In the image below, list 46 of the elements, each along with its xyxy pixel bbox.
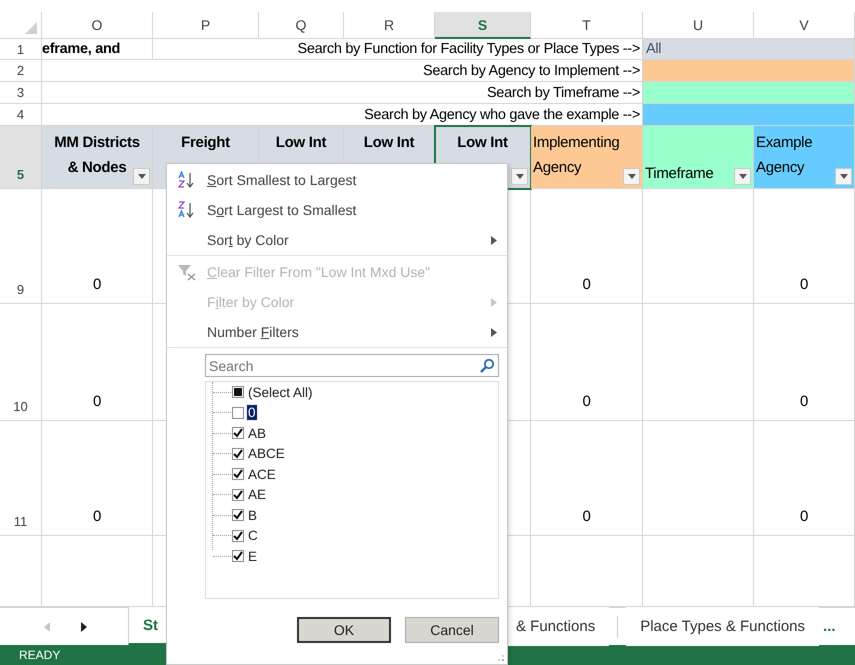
- value-label[interactable]: (Select All): [247, 384, 314, 400]
- search-label: Search by Timeframe -->: [42, 82, 643, 104]
- column-title-cell[interactable]: Example Agency: [754, 126, 855, 189]
- value-label[interactable]: 0: [247, 405, 257, 420]
- menu-item-label: Number Filters: [207, 324, 299, 340]
- column-title: Low Int: [364, 134, 414, 151]
- sheet-tab[interactable]: Place Types & Functions: [626, 607, 820, 646]
- menu-item[interactable]: Number Filters: [167, 317, 507, 348]
- search-label: Search by Agency who gave the example -->: [42, 104, 643, 126]
- column-title: Agency: [756, 159, 804, 176]
- column-title: Low Int: [457, 134, 508, 151]
- column-title: Agency: [533, 159, 582, 176]
- search-label: Search by Function for Facility Types or Place Types -->: [153, 39, 643, 60]
- column-title: & Nodes: [68, 159, 126, 176]
- value-label[interactable]: ACE: [247, 466, 277, 482]
- value-label[interactable]: C: [247, 528, 259, 544]
- row-header[interactable]: 5: [0, 126, 42, 189]
- search-field[interactable]: Search: [205, 354, 499, 377]
- column-title: Implementing: [533, 134, 620, 151]
- column-title: Freight: [181, 134, 230, 151]
- menu-item-label: Sort Largest to Smallest: [207, 202, 356, 218]
- value-label[interactable]: AE: [247, 487, 268, 502]
- menu-item-label: Sort by Color: [207, 232, 289, 248]
- value-label[interactable]: E: [247, 548, 258, 564]
- value-label[interactable]: ABCE: [247, 446, 286, 462]
- column-title-cell[interactable]: MM Districts & Nodes: [42, 126, 153, 189]
- more-tabs-button[interactable]: ...: [819, 618, 840, 635]
- search-label: Search by Agency to Implement -->: [42, 60, 643, 82]
- cancel-button[interactable]: Cancel: [405, 617, 499, 643]
- column-header[interactable]: S: [435, 12, 531, 39]
- search-value: All: [646, 41, 662, 57]
- value-label[interactable]: AB: [247, 426, 268, 441]
- ok-button[interactable]: OK: [297, 617, 391, 643]
- column-title-cell[interactable]: Implementing Agency: [531, 126, 643, 189]
- status-text: READY: [19, 648, 60, 662]
- menu-item-label: Clear Filter From "Low Int Mxd Use": [207, 264, 430, 280]
- column-title-cell[interactable]: Timeframe: [643, 126, 754, 189]
- column-title: Low Int: [276, 134, 326, 151]
- menu-item-label: Filter by Color: [207, 294, 294, 310]
- search-value-cell[interactable]: All: [643, 39, 855, 60]
- column-title: MM Districts: [54, 134, 140, 151]
- value-label[interactable]: B: [247, 508, 258, 523]
- column-title: Example: [756, 134, 812, 151]
- menu-item[interactable]: Sort by Color: [167, 225, 507, 256]
- menu-item[interactable]: Sort Largest to Smallest: [167, 195, 507, 225]
- column-title: Timeframe: [645, 165, 714, 182]
